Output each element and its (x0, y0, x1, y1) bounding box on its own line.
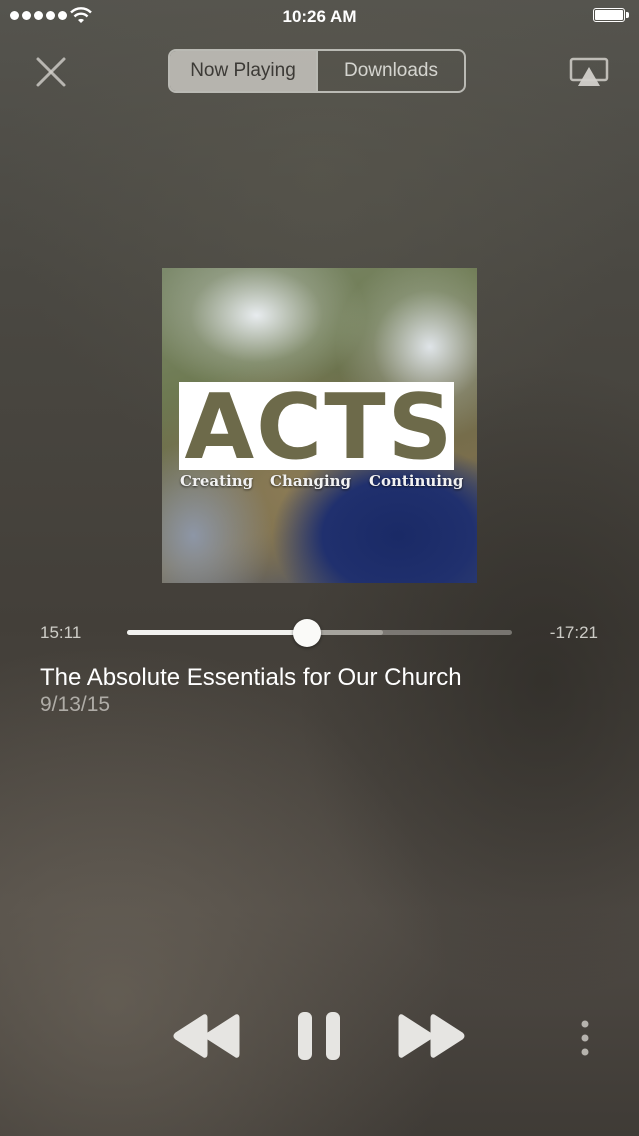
airplay-icon[interactable] (569, 57, 609, 87)
more-vertical-icon[interactable] (578, 1018, 592, 1058)
fast-forward-icon[interactable] (398, 1012, 466, 1060)
battery-icon (593, 8, 629, 23)
close-icon[interactable] (34, 55, 68, 89)
track-title: The Absolute Essentials for Our Church (40, 664, 462, 691)
tab-downloads[interactable]: Downloads (316, 51, 464, 91)
scrubber-thumb[interactable] (292, 619, 321, 647)
progress-scrubber[interactable] (127, 619, 512, 647)
track-date: 9/13/15 (40, 693, 111, 716)
album-artwork: ACTS Creating Changing Continuing (162, 268, 477, 583)
played-bar (127, 630, 307, 635)
elapsed-time: 15:11 (40, 623, 82, 642)
status-bar: 10:26 AM (0, 0, 639, 34)
artwork-tagline-continuing: Continuing (369, 472, 464, 490)
view-segmented-control: Now Playing Downloads (168, 49, 466, 93)
rewind-icon[interactable] (172, 1012, 240, 1060)
pause-icon[interactable] (296, 1010, 342, 1062)
remaining-time: -17:21 (549, 623, 598, 642)
tab-now-playing[interactable]: Now Playing (170, 51, 316, 91)
artwork-tagline-changing: Changing (270, 472, 352, 490)
artwork-title: ACTS (184, 375, 455, 480)
status-time: 10:26 AM (282, 7, 357, 26)
artwork-tagline-creating: Creating (180, 472, 254, 490)
